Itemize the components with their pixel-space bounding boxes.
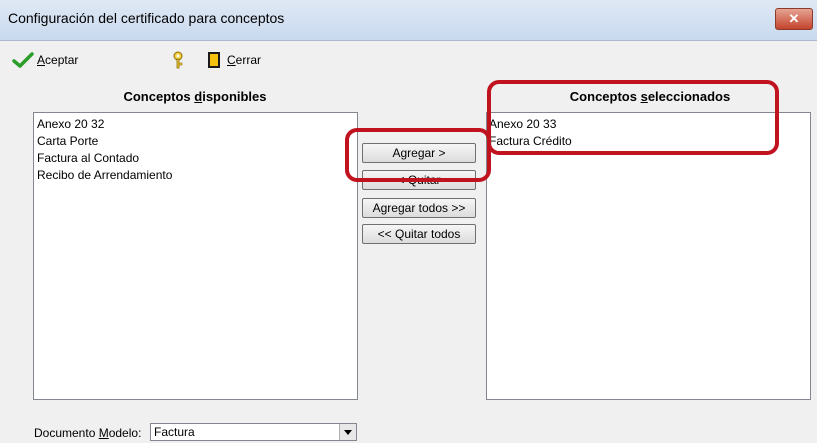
add-all-button[interactable]: Agregar todos >> bbox=[362, 198, 476, 218]
document-model-value: Factura bbox=[154, 425, 195, 439]
chevron-down-icon[interactable] bbox=[339, 424, 356, 440]
close-mnemonic: C bbox=[227, 53, 236, 67]
document-model-label: Documento Modelo: bbox=[34, 426, 141, 440]
available-header-suffix: isponibles bbox=[202, 89, 267, 104]
model-label-prefix: Documento bbox=[34, 426, 99, 440]
title-bar: Configuración del certificado para conce… bbox=[0, 0, 817, 41]
close-label: Cerrar bbox=[227, 53, 262, 67]
door-exit-icon bbox=[208, 52, 220, 68]
close-window-button[interactable]: ✕ bbox=[775, 8, 813, 30]
document-model-select[interactable]: Factura bbox=[150, 423, 357, 441]
available-list[interactable]: Anexo 20 32 Carta Porte Factura al Conta… bbox=[33, 112, 358, 400]
list-item[interactable]: Recibo de Arrendamiento bbox=[37, 167, 172, 184]
add-button-highlight bbox=[345, 128, 491, 182]
list-item[interactable]: Anexo 20 32 bbox=[37, 116, 172, 133]
remove-all-button[interactable]: << Quitar todos bbox=[362, 224, 476, 244]
accept-mnemonic: A bbox=[37, 53, 46, 67]
accept-button[interactable]: Aceptar bbox=[12, 51, 78, 69]
help-button[interactable] bbox=[171, 51, 185, 69]
key-icon bbox=[173, 51, 183, 69]
selected-list[interactable]: Anexo 20 33 Factura Crédito bbox=[486, 112, 811, 400]
checkmark-icon bbox=[12, 52, 34, 68]
list-item[interactable]: Factura al Contado bbox=[37, 150, 172, 167]
model-label-suffix: odelo: bbox=[108, 426, 142, 440]
available-header: Conceptos disponibles bbox=[35, 89, 355, 104]
close-toolbar-button[interactable]: Cerrar bbox=[207, 51, 261, 69]
list-item[interactable]: Carta Porte bbox=[37, 133, 172, 150]
close-icon: ✕ bbox=[788, 11, 800, 26]
selected-header-highlight bbox=[487, 80, 779, 155]
toolbar: Aceptar Cerrar bbox=[0, 45, 817, 75]
window-title: Configuración del certificado para conce… bbox=[8, 10, 285, 26]
model-label-mnemonic: M bbox=[98, 426, 109, 440]
accept-label: Aceptar bbox=[37, 53, 79, 67]
available-header-prefix: Conceptos bbox=[123, 89, 195, 104]
